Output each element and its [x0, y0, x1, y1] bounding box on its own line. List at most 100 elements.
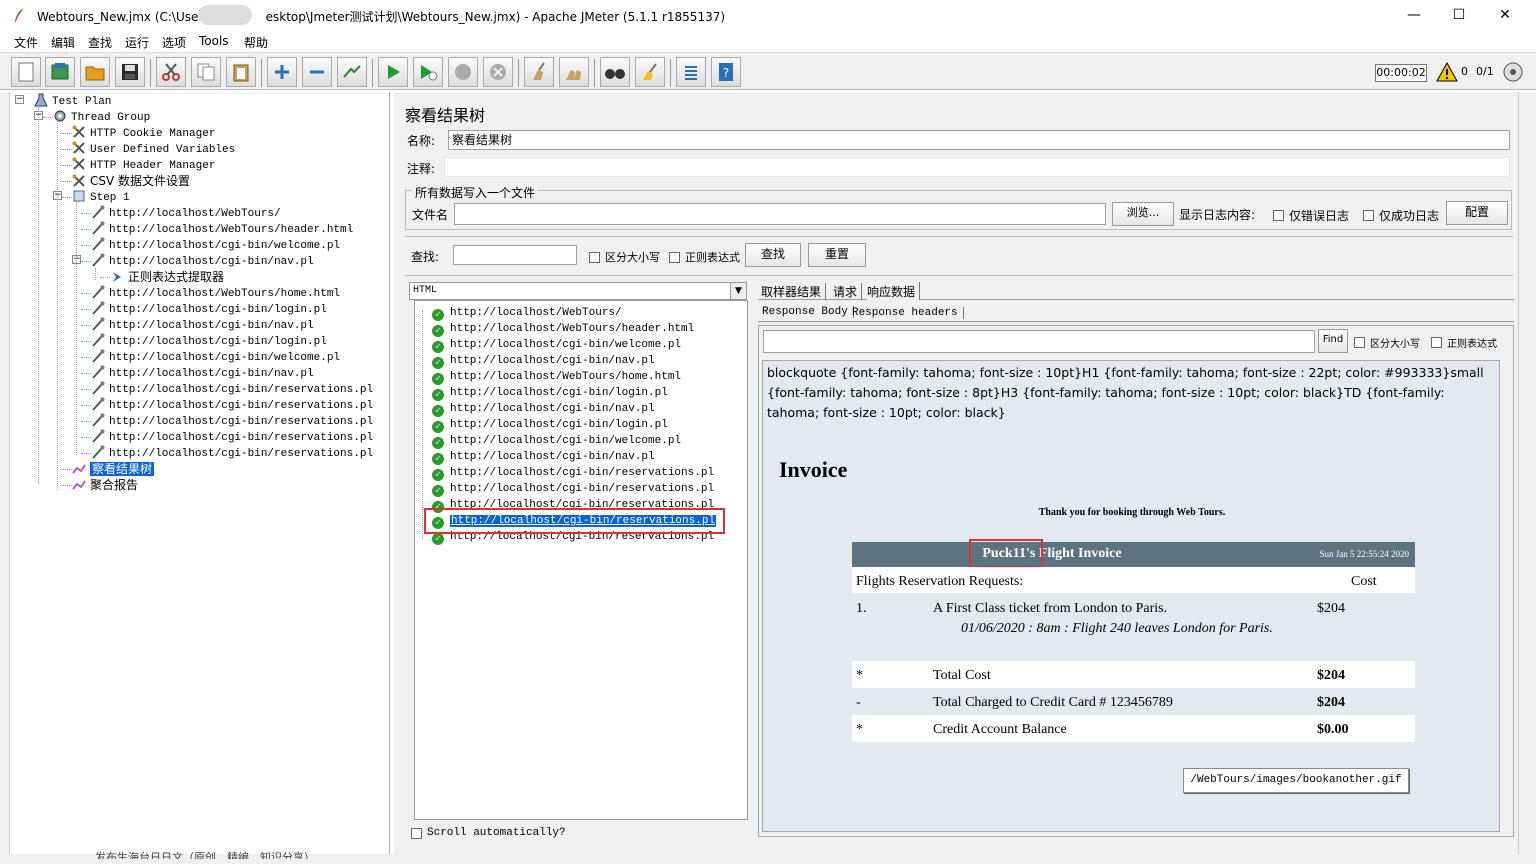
response-regex-checkbox[interactable]: 正则表达式 — [1431, 335, 1497, 350]
help-button[interactable]: ? — [711, 57, 741, 87]
tree-item[interactable]: http://localhost/cgi-bin/login.pl — [91, 333, 327, 349]
tab-response-data[interactable]: 响应数据 — [867, 282, 921, 300]
name-input[interactable]: 察看结果树 — [448, 130, 1510, 150]
warning-icon[interactable] — [1436, 62, 1458, 82]
renderer-select[interactable]: HTML ▼ — [409, 282, 747, 300]
tab-request[interactable]: 请求 — [833, 283, 863, 300]
filename-input[interactable] — [454, 203, 1106, 225]
tree-item[interactable]: 正则表达式提取器 — [110, 269, 224, 285]
paste-button[interactable] — [226, 57, 256, 87]
case-sensitive-checkbox[interactable]: 区分大小写 — [589, 249, 660, 265]
expand-button[interactable] — [267, 57, 297, 87]
result-item[interactable]: ✓ http://localhost/WebTours/ — [432, 305, 622, 321]
tree-item[interactable]: http://localhost/cgi-bin/reservations.pl — [91, 429, 373, 445]
book-another-image[interactable]: /WebTours/images/bookanother.gif — [1183, 768, 1409, 793]
menu-tools[interactable]: Tools — [199, 34, 229, 48]
menu-file[interactable]: 文件 — [14, 34, 38, 51]
result-item[interactable]: ✓ http://localhost/WebTours/home.html — [432, 369, 681, 385]
warning-count: 0 — [1461, 65, 1468, 78]
plus-icon — [275, 65, 289, 79]
minimize-button[interactable]: — — [1399, 4, 1429, 26]
tree-item[interactable]: Step 1 — [72, 189, 130, 205]
success-only-checkbox[interactable]: 仅成功日志 — [1363, 207, 1439, 224]
save-button[interactable] — [115, 57, 145, 87]
tree-item[interactable]: http://localhost/WebTours/ — [91, 205, 281, 221]
tree-item[interactable]: Thread Group — [53, 109, 150, 125]
result-item[interactable]: ✓ http://localhost/cgi-bin/nav.pl — [432, 449, 655, 465]
graph-icon — [72, 462, 86, 476]
tree-item[interactable]: Test Plan — [34, 93, 111, 109]
result-item[interactable]: ✓ http://localhost/cgi-bin/welcome.pl — [432, 433, 681, 449]
tree-item[interactable]: http://localhost/cgi-bin/reservations.pl — [91, 413, 373, 429]
templates-button[interactable] — [45, 57, 75, 87]
stop-button[interactable] — [448, 57, 478, 87]
maximize-button[interactable]: ☐ — [1444, 4, 1474, 26]
chevron-down-icon[interactable]: ▼ — [730, 283, 746, 299]
cut-button[interactable] — [156, 57, 186, 87]
tree-item[interactable]: http://localhost/cgi-bin/reservations.pl — [91, 381, 373, 397]
response-find-button[interactable]: Find — [1318, 329, 1348, 353]
tree-toggle[interactable]: − — [15, 95, 24, 104]
close-button[interactable]: ✕ — [1490, 4, 1520, 26]
tree-item[interactable]: http://localhost/cgi-bin/welcome.pl — [91, 349, 340, 365]
tree-item-label: HTTP Header Manager — [90, 160, 216, 172]
tree-item[interactable]: http://localhost/cgi-bin/nav.pl — [91, 365, 314, 381]
tab-sampler-result[interactable]: 取样器结果 — [761, 283, 827, 300]
tree-item[interactable]: CSV 数据文件设置 — [72, 173, 190, 189]
result-item[interactable]: ✓ http://localhost/cgi-bin/login.pl — [432, 385, 668, 401]
toggle-button[interactable] — [337, 57, 367, 87]
result-item[interactable]: ✓ http://localhost/cgi-bin/reservations.p… — [432, 465, 714, 481]
subtab-response-body[interactable]: Response Body — [762, 306, 854, 318]
configure-button[interactable]: 配置 — [1446, 201, 1508, 225]
clear-button[interactable] — [524, 57, 554, 87]
reset-button[interactable]: 重置 — [808, 243, 866, 267]
menu-search[interactable]: 查找 — [88, 34, 112, 51]
result-item[interactable]: ✓ http://localhost/cgi-bin/login.pl — [432, 417, 668, 433]
result-item[interactable]: ✓ http://localhost/cgi-bin/reservations.p… — [432, 481, 714, 497]
search-input[interactable] — [453, 245, 577, 265]
tree-item[interactable]: http://localhost/cgi-bin/nav.pl — [91, 317, 314, 333]
comment-input[interactable] — [444, 157, 1510, 177]
tree-item[interactable]: User Defined Variables — [72, 141, 235, 157]
divider — [405, 275, 1513, 276]
tree-item[interactable]: HTTP Cookie Manager — [72, 125, 215, 141]
scroll-automatically-checkbox[interactable]: Scroll automatically? — [411, 827, 566, 839]
open-button[interactable] — [80, 57, 110, 87]
result-item[interactable]: ✓ http://localhost/cgi-bin/nav.pl — [432, 353, 655, 369]
tree-item[interactable]: http://localhost/WebTours/home.html — [91, 285, 340, 301]
search-button[interactable]: 查找 — [745, 243, 801, 267]
tree-item[interactable]: http://localhost/cgi-bin/reservations.pl — [91, 397, 373, 413]
subtab-response-headers[interactable]: Response headers — [852, 307, 964, 319]
tree-item[interactable]: http://localhost/WebTours/header.html — [91, 221, 353, 237]
tree-item-label: CSV 数据文件设置 — [90, 174, 191, 188]
menu-help[interactable]: 帮助 — [244, 34, 268, 51]
clear-all-button[interactable] — [559, 57, 589, 87]
menu-run[interactable]: 运行 — [125, 34, 149, 51]
shutdown-button[interactable] — [483, 57, 513, 87]
reset-search-button[interactable] — [635, 57, 665, 87]
browse-button[interactable]: 浏览... — [1112, 202, 1174, 226]
errors-only-checkbox[interactable]: 仅错误日志 — [1273, 207, 1349, 224]
result-item[interactable]: ✓ http://localhost/cgi-bin/nav.pl — [432, 401, 655, 417]
start-button[interactable] — [378, 57, 408, 87]
tree-item[interactable]: 聚合报告 — [72, 477, 138, 493]
function-helper-button[interactable] — [676, 57, 706, 87]
collapse-button[interactable] — [302, 57, 332, 87]
copy-button[interactable] — [191, 57, 221, 87]
new-button[interactable] — [11, 57, 41, 87]
response-search-input[interactable] — [763, 330, 1315, 353]
tree-item[interactable]: HTTP Header Manager — [72, 157, 215, 173]
result-item[interactable]: ✓ http://localhost/WebTours/header.html — [432, 321, 694, 337]
tree-item[interactable]: http://localhost/cgi-bin/login.pl — [91, 301, 327, 317]
tree-item[interactable]: http://localhost/cgi-bin/welcome.pl — [91, 237, 340, 253]
tree-item[interactable]: 察看结果树 — [72, 461, 155, 477]
menu-edit[interactable]: 编辑 — [51, 34, 75, 51]
tree-item[interactable]: http://localhost/cgi-bin/nav.pl — [91, 253, 314, 269]
response-case-checkbox[interactable]: 区分大小写 — [1354, 335, 1420, 350]
regex-checkbox[interactable]: 正则表达式 — [669, 249, 740, 265]
search-button[interactable] — [600, 57, 630, 87]
start-no-pause-button[interactable] — [413, 57, 443, 87]
tree-item[interactable]: http://localhost/cgi-bin/reservations.pl — [91, 445, 373, 461]
menu-options[interactable]: 选项 — [162, 34, 186, 51]
result-item[interactable]: ✓ http://localhost/cgi-bin/welcome.pl — [432, 337, 681, 353]
